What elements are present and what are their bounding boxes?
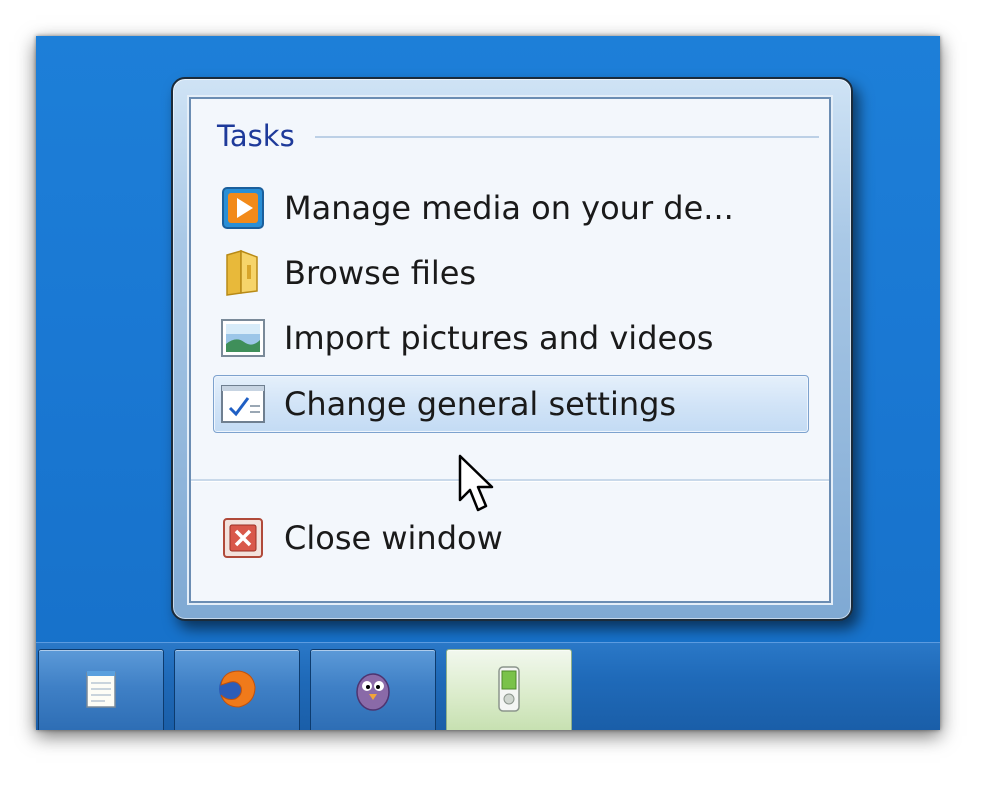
- taskbar-button-media-device[interactable]: [446, 649, 572, 730]
- taskbar-button-pidgin[interactable]: [310, 649, 436, 730]
- settings-checklist-icon: [220, 381, 266, 427]
- media-device-icon: [493, 663, 525, 719]
- task-browse-files[interactable]: Browse files: [213, 244, 809, 302]
- task-change-settings[interactable]: Change general settings: [213, 375, 809, 433]
- jump-list: Tasks Manage media on your de... Browse …: [171, 77, 853, 621]
- section-header-rule: [315, 136, 819, 138]
- close-window-item[interactable]: Close window: [213, 509, 809, 567]
- taskbar-button-firefox[interactable]: [174, 649, 300, 730]
- task-label: Import pictures and videos: [284, 319, 714, 357]
- notepad-icon: [79, 667, 123, 715]
- task-label: Browse files: [284, 254, 477, 292]
- desktop-screen: Tasks Manage media on your de... Browse …: [36, 36, 940, 730]
- mouse-cursor-icon: [458, 454, 494, 512]
- picture-icon: [220, 315, 266, 361]
- taskbar-button-notepad[interactable]: [38, 649, 164, 730]
- close-window-icon: [220, 515, 266, 561]
- task-label: Change general settings: [284, 385, 677, 423]
- close-window-label: Close window: [284, 519, 503, 557]
- media-player-icon: [220, 185, 266, 231]
- jump-list-separator: [191, 479, 829, 482]
- task-label: Manage media on your de...: [284, 189, 734, 227]
- task-manage-media[interactable]: Manage media on your de...: [213, 179, 809, 237]
- firefox-icon: [213, 665, 261, 717]
- jump-list-panel: Tasks Manage media on your de... Browse …: [189, 97, 831, 603]
- task-import-pictures[interactable]: Import pictures and videos: [213, 309, 809, 367]
- tasks-section-header: Tasks: [217, 119, 295, 153]
- folder-icon: [220, 249, 266, 296]
- pidgin-icon: [351, 666, 395, 716]
- taskbar: [36, 642, 940, 730]
